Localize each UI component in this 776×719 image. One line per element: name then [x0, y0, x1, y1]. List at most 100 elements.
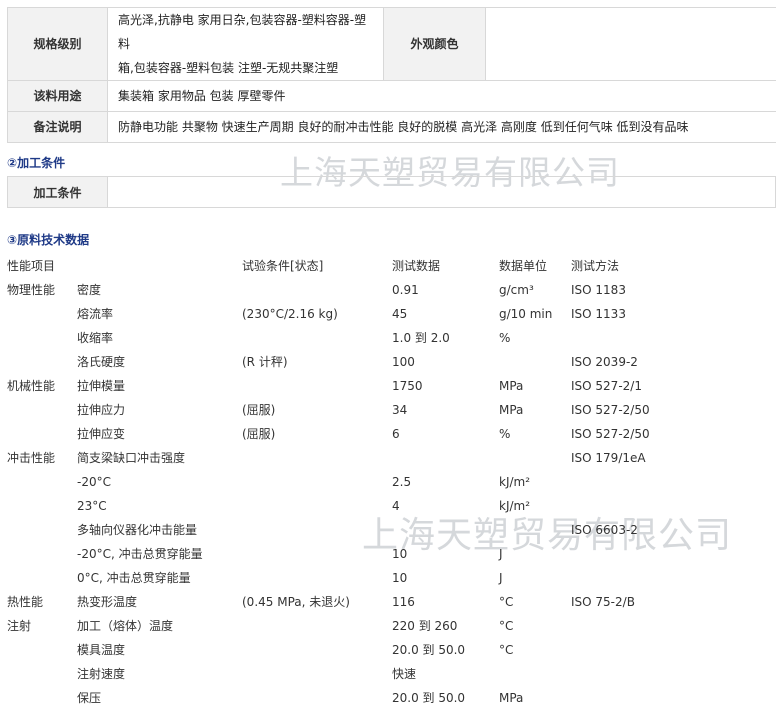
- row-method: ISO 527-2/50: [571, 427, 650, 441]
- row-condition: (屈服): [242, 427, 276, 441]
- table-row: -20°C 2.5 kJ/m²: [0, 470, 776, 494]
- row-value: 10: [392, 571, 408, 585]
- header-condition: 试验条件[状态]: [242, 259, 324, 273]
- row-property: 拉伸模量: [77, 379, 126, 393]
- row-method: ISO 75-2/B: [571, 595, 635, 609]
- row-value: 4: [392, 499, 400, 513]
- spec-label-notes: 备注说明: [7, 111, 108, 143]
- spec-label-usage: 该料用途: [7, 80, 108, 112]
- technical-section-title: ③原料技术数据: [7, 233, 90, 247]
- spec-label-grade: 规格级别: [7, 7, 108, 81]
- row-method: ISO 1183: [571, 283, 626, 297]
- row-condition: (0.45 MPa, 未退火): [242, 595, 350, 609]
- row-value: 0.91: [392, 283, 419, 297]
- row-property: 密度: [77, 283, 102, 297]
- row-property: 简支梁缺口冲击强度: [77, 451, 186, 465]
- table-row: -20°C, 冲击总贯穿能量 10 J: [0, 542, 776, 566]
- row-unit: %: [499, 331, 511, 345]
- row-method: ISO 1133: [571, 307, 626, 321]
- row-condition: (屈服): [242, 403, 276, 417]
- table-row: 拉伸应力 (屈服) 34 MPa ISO 527-2/50: [0, 398, 776, 422]
- technical-data-table: 性能项目 试验条件[状态] 测试数据 数据单位 测试方法 物理性能 密度 0.91 g…: [0, 254, 776, 710]
- row-property: 多轴向仪器化冲击能量: [77, 523, 198, 537]
- table-row: 注射速度 快速: [0, 662, 776, 686]
- header-value: 测试数据: [392, 259, 441, 273]
- row-unit: MPa: [499, 379, 524, 393]
- header-method: 测试方法: [571, 259, 620, 273]
- row-condition: (230°C/2.16 kg): [242, 307, 338, 321]
- processing-row: 加工条件: [7, 176, 776, 208]
- row-value: 10: [392, 547, 408, 561]
- row-property: 保压: [77, 691, 102, 705]
- technical-header-row: 性能项目 试验条件[状态] 测试数据 数据单位 测试方法: [0, 254, 776, 278]
- row-value: 1.0 到 2.0: [392, 331, 450, 345]
- row-property: -20°C, 冲击总贯穿能量: [77, 547, 203, 561]
- row-unit: °C: [499, 595, 514, 609]
- table-row: 收缩率 1.0 到 2.0%: [0, 326, 776, 350]
- row-category: 注射: [7, 619, 32, 633]
- row-value: 6: [392, 427, 400, 441]
- row-method: ISO 527-2/50: [571, 403, 650, 417]
- row-unit: %: [499, 427, 511, 441]
- row-method: ISO 6603-2: [571, 523, 638, 537]
- spec-value-grade-line-2: 箱,包装容器-塑料包装 注塑-无规共聚注塑: [118, 61, 339, 75]
- table-row: 多轴向仪器化冲击能量 ISO 6603-2: [0, 518, 776, 542]
- table-row: 洛氏硬度 (R 计秤) 100 ISO 2039-2: [0, 350, 776, 374]
- spec-row-notes: 备注说明 防静电功能 共聚物 快速生产周期 良好的耐冲击性能 良好的脱模 高光泽…: [7, 111, 776, 143]
- processing-value: [107, 176, 776, 208]
- row-unit: g/10 min: [499, 307, 553, 321]
- row-property: 拉伸应力: [77, 403, 126, 417]
- row-category: 冲击性能: [7, 451, 56, 465]
- row-value: 2.5: [392, 475, 412, 489]
- spec-table: 规格级别 高光泽,抗静电 家用日杂,包装容器-塑料容器-塑料 箱,包装容器-塑料…: [7, 7, 776, 143]
- row-unit: °C: [499, 643, 514, 657]
- row-unit: MPa: [499, 403, 524, 417]
- table-row: 23°C 4 kJ/m²: [0, 494, 776, 518]
- processing-section-title: ②加工条件: [7, 156, 66, 170]
- row-property: 0°C, 冲击总贯穿能量: [77, 571, 191, 585]
- row-property: 模具温度: [77, 643, 126, 657]
- spec-row-usage: 该料用途 集装箱 家用物品 包装 厚壁零件: [7, 80, 776, 112]
- row-category: 物理性能: [7, 283, 56, 297]
- row-value: 1750: [392, 379, 423, 393]
- spec-value-usage: 集装箱 家用物品 包装 厚壁零件: [107, 80, 776, 112]
- row-property: 注射速度: [77, 667, 126, 681]
- row-property: 收缩率: [77, 331, 114, 345]
- row-property: 洛氏硬度: [77, 355, 126, 369]
- row-category: 热性能: [7, 595, 44, 609]
- table-row: 冲击性能 简支梁缺口冲击强度 ISO 179/1eA: [0, 446, 776, 470]
- row-value: 100: [392, 355, 415, 369]
- header-unit: 数据单位: [499, 259, 548, 273]
- processing-label: 加工条件: [7, 176, 108, 208]
- table-row: 机械性能 拉伸模量 1750 MPa ISO 527-2/1: [0, 374, 776, 398]
- table-row: 物理性能 密度 0.91 g/cm³ ISO 1183: [0, 278, 776, 302]
- table-row: 保压 20.0 到 50.0 MPa: [0, 686, 776, 710]
- table-row: 热性能 热变形温度 (0.45 MPa, 未退火) 116 °C ISO 75-2/B: [0, 590, 776, 614]
- header-category: 性能项目: [7, 259, 56, 273]
- table-row: 注射 加工（熔体）温度 220 到 260 °C: [0, 614, 776, 638]
- table-row: 0°C, 冲击总贯穿能量 10 J: [0, 566, 776, 590]
- processing-table: 加工条件: [7, 176, 776, 208]
- row-value: 220 到 260: [392, 619, 458, 633]
- row-value: 20.0 到 50.0: [392, 691, 466, 705]
- row-unit: °C: [499, 619, 514, 633]
- row-unit: g/cm³: [499, 283, 534, 297]
- row-property: 熔流率: [77, 307, 114, 321]
- row-method: ISO 2039-2: [571, 355, 638, 369]
- row-unit: MPa: [499, 691, 524, 705]
- row-property: 加工（熔体）温度: [77, 619, 174, 633]
- spec-value-notes: 防静电功能 共聚物 快速生产周期 良好的耐冲击性能 良好的脱模 高光泽 高刚度 …: [107, 111, 776, 143]
- row-value: 34: [392, 403, 408, 417]
- row-value: 快速: [392, 667, 417, 681]
- row-unit: J: [499, 571, 503, 585]
- row-property: 23°C: [77, 499, 107, 513]
- row-value: 116: [392, 595, 415, 609]
- spec-value-grade: 高光泽,抗静电 家用日杂,包装容器-塑料容器-塑料 箱,包装容器-塑料包装 注塑…: [107, 7, 384, 81]
- row-value: 20.0 到 50.0: [392, 643, 466, 657]
- row-unit: kJ/m²: [499, 499, 531, 513]
- table-row: 模具温度 20.0 到 50.0 °C: [0, 638, 776, 662]
- technical-rows: 物理性能 密度 0.91 g/cm³ ISO 1183 熔流率 (230°C/2.16 k…: [0, 278, 776, 710]
- row-unit: J: [499, 547, 503, 561]
- table-row: 熔流率 (230°C/2.16 kg) 45 g/10 min ISO 1133: [0, 302, 776, 326]
- row-unit: kJ/m²: [499, 475, 531, 489]
